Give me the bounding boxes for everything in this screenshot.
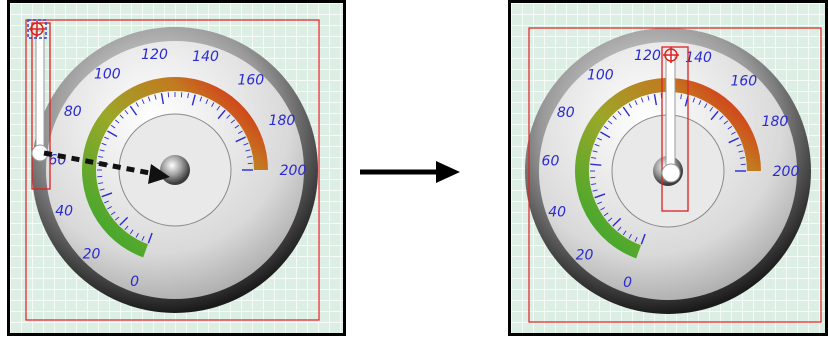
tick-label: 180: [762, 114, 789, 130]
tick-label: 20: [576, 247, 594, 263]
tick-label: 60: [542, 154, 560, 170]
tick-label: 140: [192, 49, 219, 65]
tick-label: 140: [685, 50, 712, 66]
needle-body: [665, 54, 676, 178]
tick-label: 100: [94, 66, 121, 82]
tick-label: 120: [141, 47, 168, 63]
tick-label: 100: [587, 67, 614, 83]
tick-label: 80: [64, 104, 82, 120]
major-tick: [590, 163, 602, 166]
gauge-editor-after: 0 20 40 60 80 100 120 140 160 180 200: [508, 0, 828, 336]
tick-label: 40: [55, 203, 73, 219]
gauge-canvas-after: 0 20 40 60 80 100 120 140 160 180 200: [511, 3, 825, 333]
needle-pivot[interactable]: [661, 163, 681, 183]
tick-label: 200: [773, 164, 800, 180]
gauge-editor-before: 0 20 40 60 80 100 120 140 160 180 200: [7, 0, 346, 336]
tick-label: 0: [130, 274, 139, 290]
tick-label: 160: [237, 73, 264, 89]
gauge-canvas-before: 020406080100120 140160180200: [10, 3, 343, 333]
gauge-hub: [160, 155, 190, 185]
tick-label: 180: [269, 113, 296, 129]
transition-arrow-icon: [360, 161, 460, 183]
tick-label: 80: [557, 105, 575, 121]
tick-label: 160: [730, 74, 757, 90]
tick-label: 20: [83, 246, 101, 262]
tick-label: 40: [548, 204, 566, 220]
tick-label: 200: [280, 163, 307, 179]
needle-body: [35, 30, 45, 154]
speedometer-gauge: 020406080100120 140160180200: [32, 27, 318, 313]
tick-label: 120: [634, 48, 661, 64]
tick-label: 0: [623, 275, 632, 291]
